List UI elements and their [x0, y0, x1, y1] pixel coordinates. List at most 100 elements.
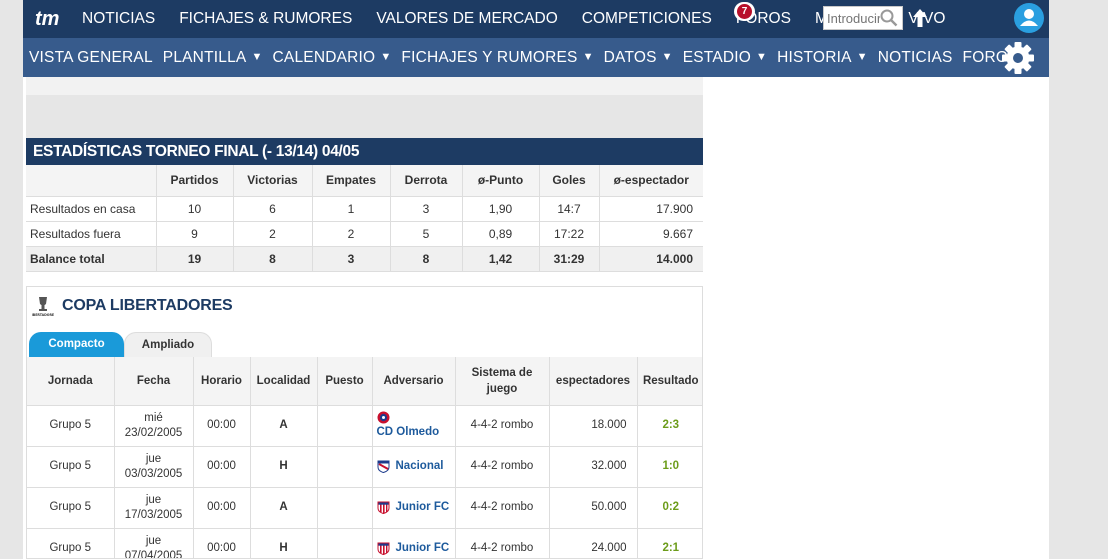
- match-venue: A: [249, 405, 317, 447]
- stats-cell: 17.900: [598, 196, 703, 222]
- match-result-link[interactable]: 0:2: [662, 501, 679, 513]
- gear-icon[interactable]: [1001, 41, 1035, 75]
- match-jornada: Grupo 5: [27, 405, 114, 447]
- match-row: Grupo 5 mié 23/02/2005 00:00 A CD Olmedo 4-4-2…: [27, 405, 702, 447]
- search-box[interactable]: [823, 6, 903, 30]
- match-date-cell: jue 07/04/2005: [113, 528, 193, 558]
- match-date-cell: jue 17/03/2005: [113, 487, 193, 529]
- header-strip: [26, 77, 703, 95]
- matches-header-cell[interactable]: Sistema de juego: [454, 357, 549, 406]
- clubnav-label: NOTICIAS: [877, 48, 953, 66]
- match-weekday: mié: [144, 411, 163, 424]
- match-spectators: 32.000: [548, 446, 637, 488]
- matches-header-cell[interactable]: espectadores: [548, 357, 637, 406]
- stats-cell: 1: [311, 196, 390, 222]
- opponent-crest-icon[interactable]: [377, 460, 390, 473]
- match-result-link[interactable]: 1:0: [662, 460, 679, 472]
- stats-header-cell: ø-Punto: [461, 165, 539, 197]
- match-result-cell: 0:2: [636, 487, 702, 529]
- matches-header-cell[interactable]: Horario: [192, 357, 250, 406]
- club-navigation: VISTA GENERAL PLANTILLA ▼ CALENDARIO ▼ FICHAJ…: [23, 38, 1049, 77]
- topnav-item-competiciones[interactable]: COMPETICIONES: [582, 10, 712, 28]
- transfermarkt-logo[interactable]: tm: [35, 6, 69, 30]
- live-count: 7: [737, 4, 752, 19]
- match-date: 17/03/2005: [124, 508, 183, 521]
- tab-ampliado[interactable]: Ampliado: [124, 332, 212, 357]
- clubnav-label: FICHAJES Y RUMORES: [401, 48, 578, 66]
- search-icon[interactable]: [880, 9, 898, 27]
- club-nav-items: VISTA GENERAL PLANTILLA ▼ CALENDARIO ▼ FICHAJ…: [29, 38, 1018, 77]
- matches-header-row: Jornada Fecha Horario Localidad Puesto Advers…: [27, 357, 702, 406]
- live-count-badge: 7: [734, 2, 755, 21]
- match-opponent-cell: Junior FC: [371, 528, 455, 558]
- dropdown-caret-icon[interactable]: ▼: [662, 51, 673, 63]
- tab-compacto[interactable]: Compacto: [29, 332, 124, 357]
- dropdown-caret-icon[interactable]: ▼: [251, 51, 262, 63]
- clubnav-item-fichajes-y-rumores[interactable]: FICHAJES Y RUMORES ▼: [401, 49, 593, 67]
- match-formation: 4-4-2 rombo: [454, 487, 549, 529]
- opponent-crest-icon[interactable]: [377, 411, 390, 424]
- match-position: [316, 487, 372, 529]
- matches-header-cell[interactable]: Localidad: [249, 357, 317, 406]
- search-input[interactable]: [824, 7, 880, 29]
- stats-cell: 10: [155, 196, 233, 222]
- clubnav-item-estadio[interactable]: ESTADIO ▼: [683, 49, 767, 67]
- copa-title: COPA LIBERTADORES: [62, 297, 233, 314]
- user-account-button[interactable]: [1014, 3, 1044, 33]
- match-result-link[interactable]: 2:3: [662, 419, 679, 431]
- stats-cell: 1,90: [461, 196, 539, 222]
- topnav-item-valores-de-mercado[interactable]: VALORES DE MERCADO: [376, 10, 557, 28]
- match-spectators: 24.000: [548, 528, 637, 558]
- opponent-link[interactable]: Junior FC: [396, 500, 450, 515]
- top-bar: tm NOTICIAS FICHAJES & RUMORES VALORES DE …: [23, 0, 1049, 38]
- clubnav-item-calendario[interactable]: CALENDARIO ▼: [273, 49, 392, 67]
- matches-header-cell[interactable]: Jornada: [27, 357, 114, 406]
- match-row: Grupo 5 jue 17/03/2005 00:00 A Junior FC 4-4-2…: [27, 487, 702, 529]
- clubnav-item-plantilla[interactable]: PLANTILLA ▼: [163, 49, 263, 67]
- clubnav-item-noticias[interactable]: NOTICIAS: [878, 49, 953, 67]
- stats-cell: 3: [389, 196, 462, 222]
- copa-libertadores-box: LIBERTADORES COPA LIBERTADORES Compacto …: [26, 286, 703, 559]
- stats-cell: 2: [311, 221, 390, 247]
- matches-header-cell[interactable]: Puesto: [316, 357, 372, 406]
- matches-header-cell[interactable]: Adversario: [371, 357, 455, 406]
- clubnav-item-historia[interactable]: HISTORIA ▼: [777, 49, 868, 67]
- opponent-crest-icon[interactable]: [377, 501, 390, 514]
- stats-header-cell: Goles: [538, 165, 599, 197]
- match-row: Grupo 5 jue 03/03/2005 00:00 H Nacional 4-4-2 …: [27, 446, 702, 488]
- stats-total-cell: Balance total: [26, 246, 156, 272]
- clubnav-item-vista-general[interactable]: VISTA GENERAL: [29, 49, 153, 67]
- stats-total-cell: 14.000: [598, 246, 703, 272]
- stats-total-cell: 1,42: [461, 246, 539, 272]
- dropdown-caret-icon[interactable]: ▼: [380, 51, 391, 63]
- opponent-link[interactable]: CD Olmedo: [377, 425, 440, 440]
- scroll-up-arrow-icon[interactable]: [911, 8, 929, 28]
- match-result-link[interactable]: 2:1: [662, 542, 679, 554]
- stats-total-cell: 3: [311, 246, 390, 272]
- clubnav-item-datos[interactable]: DATOS ▼: [604, 49, 673, 67]
- tournament-stats-box: ESTADÍSTICAS TORNEO FINAL (- 13/14) 04/0…: [26, 138, 703, 272]
- opponent-link[interactable]: Nacional: [396, 459, 444, 474]
- matches-header-cell[interactable]: Fecha: [113, 357, 193, 406]
- stats-total-cell: 8: [389, 246, 462, 272]
- stats-header-row: Partidos Victorias Empates Derrota ø-Punto Go…: [26, 165, 703, 197]
- match-time: 00:00: [192, 528, 250, 558]
- dropdown-caret-icon[interactable]: ▼: [756, 51, 767, 63]
- stats-header-cell: Partidos: [155, 165, 233, 197]
- opponent-crest-icon[interactable]: [377, 542, 390, 555]
- match-venue: H: [249, 528, 317, 558]
- stats-title: ESTADÍSTICAS TORNEO FINAL (- 13/14) 04/0…: [26, 138, 703, 165]
- stats-table: Partidos Victorias Empates Derrota ø-Punto Go…: [26, 165, 703, 272]
- topnav-item-fichajes-rumores[interactable]: FICHAJES & RUMORES: [179, 10, 352, 28]
- match-spectators: 50.000: [548, 487, 637, 529]
- match-weekday: jue: [145, 452, 162, 465]
- dropdown-caret-icon[interactable]: ▼: [583, 51, 594, 63]
- matches-table: Jornada Fecha Horario Localidad Puesto Advers…: [27, 357, 702, 558]
- dropdown-caret-icon[interactable]: ▼: [857, 51, 868, 63]
- match-position: [316, 528, 372, 558]
- match-spectators: 18.000: [548, 405, 637, 447]
- matches-header-cell[interactable]: Resultado: [636, 357, 702, 406]
- opponent-link[interactable]: Junior FC: [396, 541, 450, 556]
- stats-row: Resultados fuera 9 2 2 5 0,89 17:22 9.667: [26, 221, 703, 247]
- topnav-item-noticias[interactable]: NOTICIAS: [82, 10, 155, 28]
